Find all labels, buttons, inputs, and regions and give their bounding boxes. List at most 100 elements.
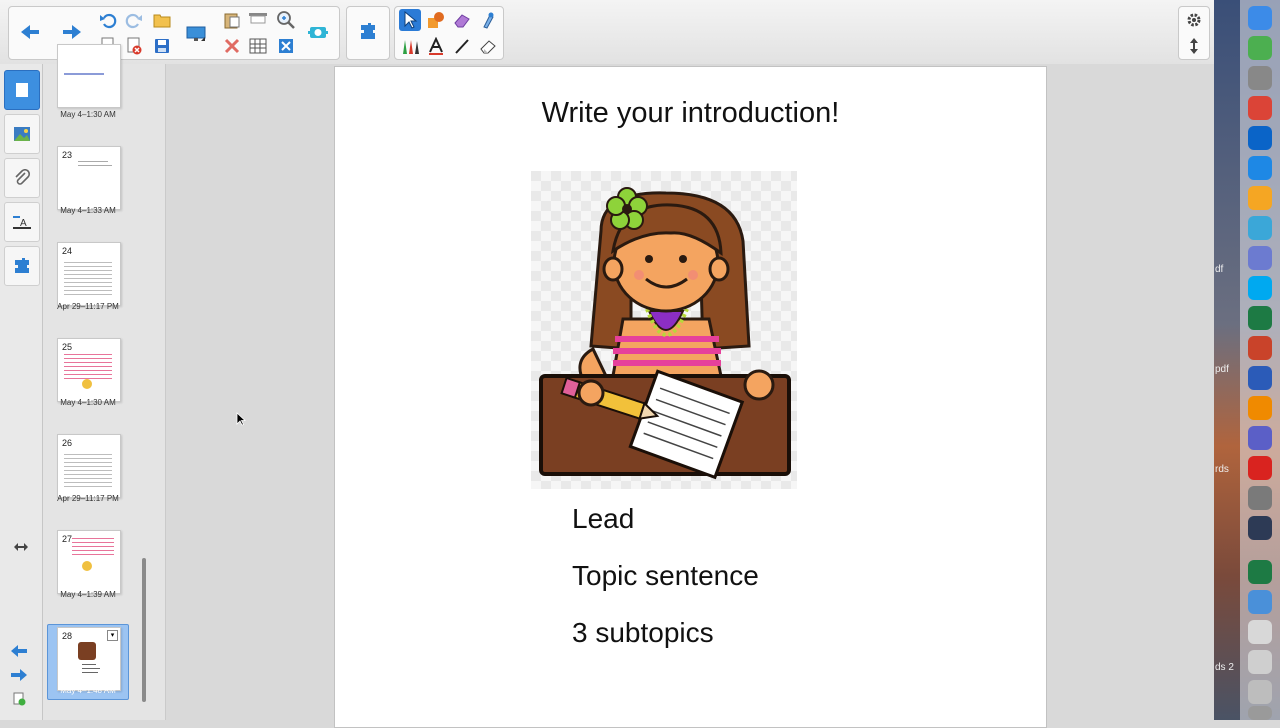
display-icon[interactable] <box>185 23 207 45</box>
quicktime-icon[interactable] <box>1248 516 1272 540</box>
page-thumbnail[interactable]: 27 <box>57 530 121 594</box>
powerpoint-icon[interactable] <box>1248 336 1272 360</box>
page-thumbnail[interactable]: 25 <box>57 338 121 402</box>
page-thumbnail-label: May 4–1:48 AM <box>60 686 116 695</box>
open-folder-icon[interactable] <box>151 9 173 31</box>
intro-item: Topic sentence <box>572 560 759 591</box>
page-thumbnail[interactable]: 26 <box>57 434 121 498</box>
fill-eraser-icon[interactable] <box>477 35 499 57</box>
toolbar-options <box>1178 6 1210 60</box>
page-thumbnail-label: May 4–1:39 AM <box>60 590 116 599</box>
auto-hide-icon[interactable] <box>10 536 32 558</box>
page-thumbnail-label: Apr 29–11:17 PM <box>57 302 119 311</box>
intro-item: Lead <box>572 503 635 534</box>
page-icon <box>16 83 28 97</box>
document-icon[interactable] <box>1248 620 1272 644</box>
page-sorter: May 4–1:30 AM 23 May 4–1:33 AM 24 Apr 29… <box>43 44 166 720</box>
forward-arrow-icon[interactable] <box>61 21 83 43</box>
sorter-scrollbar[interactable] <box>142 558 146 702</box>
attachments-tab[interactable] <box>4 158 40 198</box>
page-thumbnail-selected[interactable]: 28 ▾ <box>57 627 121 691</box>
paperclip-icon <box>15 169 31 185</box>
desktop-file-fragment[interactable]: rds <box>1215 464 1229 475</box>
add-page-small-icon[interactable] <box>8 688 30 710</box>
whiteboard-page[interactable]: Write your introduction! Lead Topic sent… <box>334 66 1047 728</box>
page-title: Write your introduction! <box>541 97 840 129</box>
clear-icon[interactable] <box>275 35 297 57</box>
zoom-icon[interactable] <box>275 9 297 31</box>
eraser-icon[interactable] <box>451 9 473 31</box>
page-thumbnail-label: Apr 29–11:17 PM <box>57 494 119 503</box>
back-arrow-icon[interactable] <box>19 21 41 43</box>
intro-item: 3 subtopics <box>572 617 714 648</box>
add-ons-tab[interactable] <box>4 246 40 286</box>
teams-icon[interactable] <box>1248 426 1272 450</box>
screenshot-icon[interactable] <box>1248 680 1272 704</box>
mail-at-icon[interactable] <box>1248 590 1272 614</box>
desktop-file-fragment[interactable]: pdf <box>1215 364 1229 375</box>
maps-icon[interactable] <box>1248 36 1272 60</box>
paste-icon[interactable] <box>221 9 243 31</box>
acrobat-icon[interactable] <box>1248 456 1272 480</box>
page-thumbnail-label: May 4–1:30 AM <box>60 110 116 119</box>
page-number: 26 <box>62 438 73 448</box>
page-number: 28 <box>62 631 73 641</box>
side-tab-strip: A <box>0 64 43 720</box>
word-icon[interactable] <box>1248 366 1272 390</box>
pen-icon[interactable] <box>399 35 421 57</box>
gear-icon[interactable] <box>1183 9 1205 31</box>
page-number: 23 <box>62 150 73 160</box>
add-ons-icon[interactable] <box>357 21 379 43</box>
page-thumbnail[interactable]: 23 <box>57 146 121 210</box>
page-number: 24 <box>62 246 73 256</box>
outlook-icon[interactable] <box>1248 126 1272 150</box>
excel-icon[interactable] <box>1248 306 1272 330</box>
move-toolbar-icon[interactable] <box>1183 35 1205 57</box>
table-icon[interactable] <box>247 35 269 57</box>
page-menu-button[interactable]: ▾ <box>107 630 118 641</box>
vlc-icon[interactable] <box>1248 396 1272 420</box>
girl-writing-clipart <box>531 171 797 489</box>
app-store-icon[interactable] <box>1248 156 1272 180</box>
select-icon[interactable] <box>399 9 421 31</box>
image-icon <box>14 127 30 141</box>
finder-icon[interactable] <box>1248 6 1272 30</box>
system-preferences-icon[interactable] <box>1248 486 1272 510</box>
desktop-file-fragment[interactable]: df <box>1215 264 1223 275</box>
excel-doc-icon[interactable] <box>1248 560 1272 584</box>
puzzle-icon <box>15 258 29 273</box>
photos-icon[interactable] <box>1248 186 1272 210</box>
mouse-cursor-icon <box>236 412 247 431</box>
rocket-icon[interactable] <box>1248 66 1272 90</box>
properties-icon: A <box>13 216 31 229</box>
chrome-icon[interactable] <box>1248 96 1272 120</box>
page-thumbnail-label: May 4–1:30 AM <box>60 398 116 407</box>
properties-tab[interactable]: A <box>4 202 40 242</box>
delete-icon[interactable] <box>221 35 243 57</box>
previous-page-icon[interactable] <box>8 640 30 662</box>
trash-icon[interactable] <box>1248 706 1272 720</box>
save-icon[interactable] <box>151 35 173 57</box>
delete-page-icon[interactable] <box>123 35 145 57</box>
magic-pen-icon[interactable] <box>477 9 499 31</box>
shapes-icon[interactable] <box>425 9 447 31</box>
page-sorter-tab[interactable] <box>4 70 40 110</box>
text-icon[interactable] <box>425 35 447 57</box>
redo-icon[interactable] <box>123 9 145 31</box>
screen-shade-icon[interactable] <box>247 9 269 31</box>
workspace: Write your introduction! Lead Topic sent… <box>166 64 1214 728</box>
document-2-icon[interactable] <box>1248 650 1272 674</box>
page-thumbnail[interactable] <box>57 44 121 108</box>
gallery-tab[interactable] <box>4 114 40 154</box>
next-page-icon[interactable] <box>8 664 30 686</box>
page-thumbnail-label: May 4–1:33 AM <box>60 206 116 215</box>
capture-icon[interactable] <box>307 21 329 43</box>
undo-icon[interactable] <box>97 9 119 31</box>
airdrop-icon[interactable] <box>1248 246 1272 270</box>
page-thumbnail[interactable]: 24 <box>57 242 121 306</box>
desktop-file-fragment[interactable]: ds 2 <box>1215 662 1234 673</box>
line-icon[interactable] <box>451 35 473 57</box>
skype-icon[interactable] <box>1248 276 1272 300</box>
add-ons-group <box>346 6 390 60</box>
notes-icon[interactable] <box>1248 216 1272 240</box>
